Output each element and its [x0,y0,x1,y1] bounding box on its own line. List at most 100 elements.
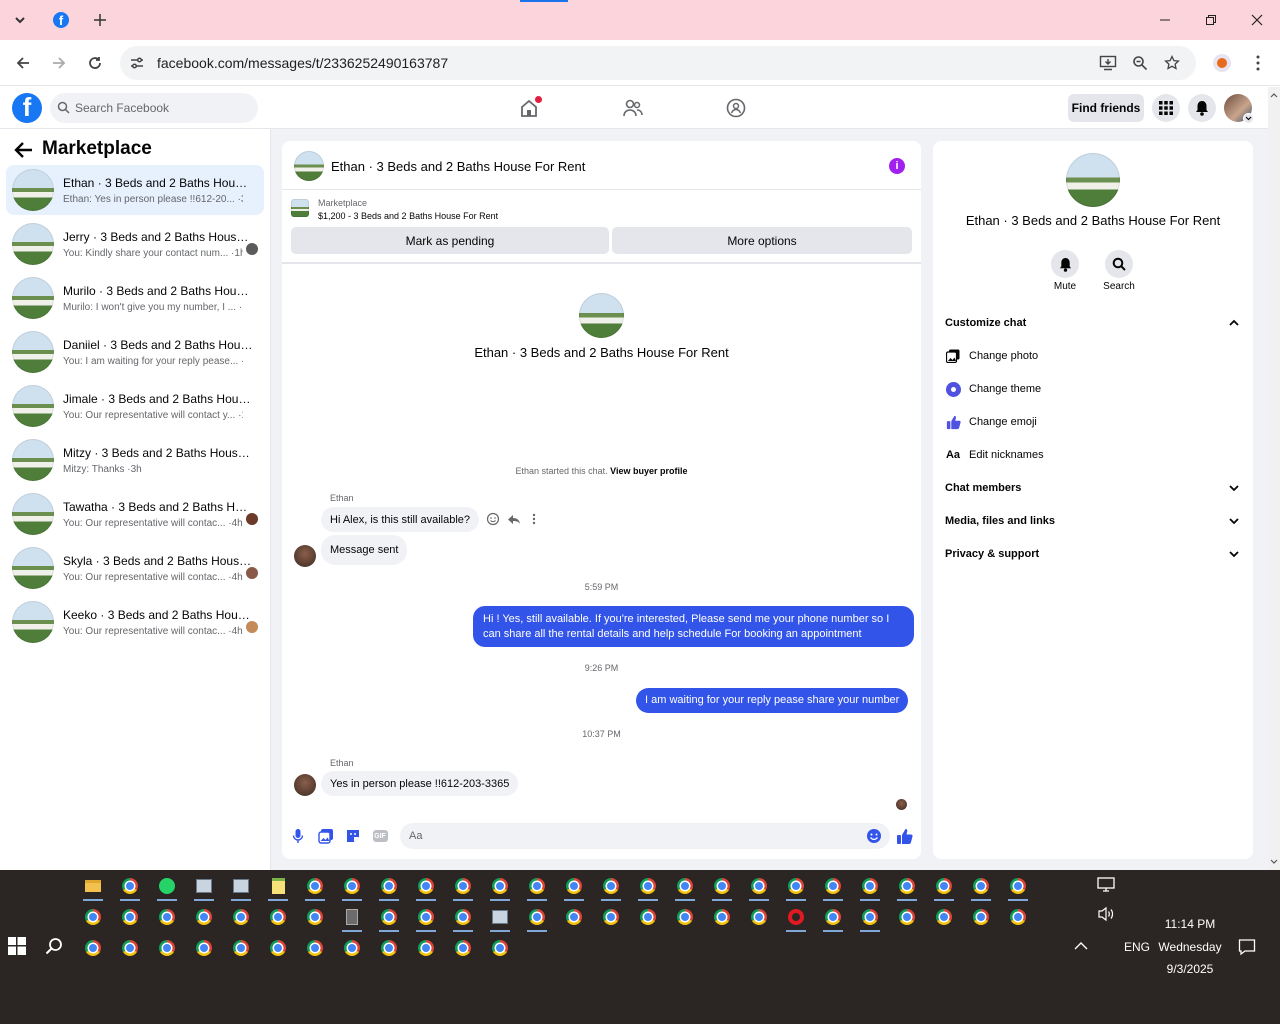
chrome-taskbar-icon[interactable] [266,905,290,929]
outgoing-message[interactable]: Hi ! Yes, still available. If you're int… [473,606,914,647]
chrome-taskbar-icon[interactable] [451,905,475,932]
zoom-button[interactable] [1129,53,1151,73]
taskbar-search-button[interactable] [45,937,65,957]
chrome-taskbar-icon[interactable] [488,936,512,960]
bookmark-button[interactable] [1161,53,1183,73]
chevron-up-icon[interactable] [1228,317,1240,329]
mute-button[interactable] [1051,250,1079,278]
url-text[interactable]: facebook.com/messages/t/2336252490163787 [157,55,448,71]
sender-avatar[interactable] [294,545,316,567]
clock-date[interactable]: 9/3/2025 [1150,962,1230,976]
chrome-taskbar-icon[interactable] [858,905,882,932]
conversation-item[interactable]: Mitzy · 3 Beds and 2 Baths House For Ren… [6,435,264,485]
chrome-taskbar-icon[interactable] [969,905,993,929]
chrome-taskbar-icon[interactable] [969,874,993,901]
minimize-button[interactable] [1151,8,1179,32]
back-button[interactable] [10,51,36,75]
notifications-button[interactable] [1188,94,1216,122]
groups-nav-button[interactable] [723,96,749,120]
menu-button[interactable] [1152,94,1180,122]
message-input[interactable] [400,823,890,849]
change-photo-item[interactable]: Change photo [969,350,1038,362]
chrome-taskbar-icon[interactable] [525,874,549,901]
chrome-taskbar-icon[interactable] [1006,874,1030,901]
listing-thumbnail[interactable] [291,199,309,217]
media-files-links-section[interactable]: Media, files and links [945,515,1055,527]
change-emoji-item[interactable]: Change emoji [969,416,1037,428]
chrome-taskbar-icon[interactable] [673,905,697,929]
chrome-taskbar-icon[interactable] [858,874,882,901]
chrome-taskbar-icon[interactable] [414,874,438,901]
chrome-taskbar-icon[interactable] [81,936,105,960]
conversation-item[interactable]: Daniiel · 3 Beds and 2 Baths House For R… [6,327,264,377]
chat-header-avatar[interactable] [294,151,324,181]
chrome-taskbar-icon[interactable] [118,936,142,960]
conversation-item[interactable]: Tawatha · 3 Beds and 2 Baths House For R… [6,489,264,539]
conversation-item[interactable]: Keeko · 3 Beds and 2 Baths House For Ren… [6,597,264,647]
sender-avatar[interactable] [294,774,316,796]
profile-button[interactable] [1211,53,1233,73]
chrome-taskbar-icon[interactable] [895,905,919,929]
conversation-info-icon[interactable]: i [889,158,905,174]
new-tab-button[interactable] [88,8,112,32]
chrome-taskbar-icon[interactable] [599,874,623,901]
chrome-taskbar-icon[interactable] [710,905,734,929]
app-icon[interactable] [488,905,512,932]
conversation-item[interactable]: Jerry · 3 Beds and 2 Baths House For Ren… [6,219,264,269]
chrome-taskbar-icon[interactable] [303,905,327,929]
chrome-taskbar-icon[interactable] [377,936,401,960]
notepad-icon[interactable] [266,874,290,901]
browser-tab-facebook[interactable]: f [44,6,78,34]
clock-time[interactable]: 11:14 PM [1150,917,1230,931]
app-icon[interactable] [192,874,216,901]
chrome-taskbar-icon[interactable] [451,874,475,901]
more-options-button[interactable]: More options [612,227,912,254]
chrome-taskbar-icon[interactable] [192,936,216,960]
incoming-message[interactable]: Hi Alex, is this still available? [321,507,480,532]
chevron-down-icon[interactable] [1228,515,1240,527]
chrome-taskbar-icon[interactable] [192,905,216,929]
emoji-button[interactable] [865,827,883,845]
chrome-taskbar-icon[interactable] [303,936,327,960]
chrome-taskbar-icon[interactable] [155,905,179,929]
chrome-taskbar-icon[interactable] [1006,905,1030,929]
voice-clip-button[interactable] [289,827,307,845]
chrome-taskbar-icon[interactable] [895,874,919,901]
chrome-taskbar-icon[interactable] [710,874,734,901]
conversation-item[interactable]: Skyla · 3 Beds and 2 Baths House For Ren… [6,543,264,593]
incoming-message[interactable]: Message sent [321,535,408,565]
chrome-taskbar-icon[interactable] [414,905,438,932]
account-chevron[interactable] [1243,113,1254,124]
action-center-button[interactable] [1238,938,1256,956]
chrome-taskbar-icon[interactable] [784,874,808,901]
chrome-taskbar-icon[interactable] [562,905,586,929]
edit-nicknames-item[interactable]: Edit nicknames [969,449,1044,461]
change-theme-item[interactable]: Change theme [969,383,1041,395]
reload-button[interactable] [82,51,108,75]
chrome-taskbar-icon[interactable] [303,874,327,901]
chrome-taskbar-icon[interactable] [821,905,845,932]
chrome-taskbar-icon[interactable] [229,905,253,929]
customize-chat-section[interactable]: Customize chat [945,317,1026,329]
conversation-item[interactable]: Jimale · 3 Beds and 2 Baths House For Re… [6,381,264,431]
site-info-button[interactable] [126,53,148,73]
opera-browser-icon[interactable] [784,905,808,932]
privacy-support-section[interactable]: Privacy & support [945,548,1039,560]
chat-header-title[interactable]: Ethan · 3 Beds and 2 Baths House For Ren… [331,159,585,174]
chrome-taskbar-icon[interactable] [414,936,438,960]
forward-button[interactable] [46,51,72,75]
close-window-button[interactable] [1243,8,1271,32]
chat-members-section[interactable]: Chat members [945,482,1021,494]
chrome-taskbar-icon[interactable] [155,936,179,960]
chrome-taskbar-icon[interactable] [229,936,253,960]
chrome-taskbar-icon[interactable] [562,874,586,901]
chrome-taskbar-icon[interactable] [673,874,697,901]
home-nav-button[interactable] [516,96,542,120]
listing-title[interactable]: $1,200 - 3 Beds and 2 Baths House For Re… [318,211,498,221]
back-arrow-icon[interactable] [14,141,34,159]
chrome-taskbar-icon[interactable] [266,936,290,960]
find-friends-button[interactable]: Find friends [1068,94,1144,122]
friends-nav-button[interactable] [620,96,646,120]
gif-button[interactable]: GIF [371,827,389,845]
message-more-icon[interactable] [532,513,536,525]
